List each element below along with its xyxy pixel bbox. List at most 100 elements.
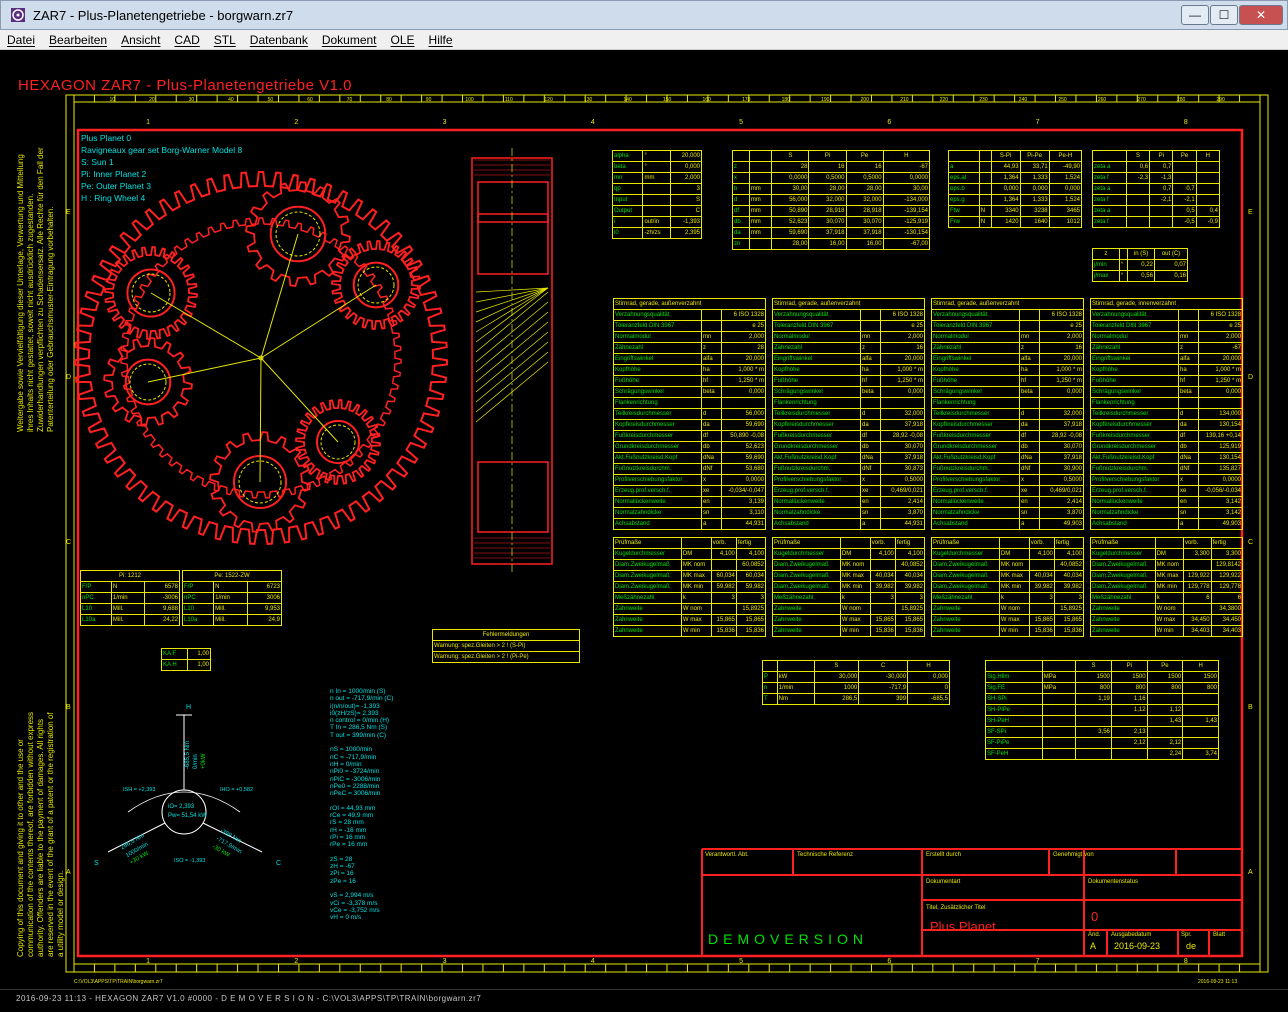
- table-cell: 0,16: [1153, 270, 1189, 282]
- menu-datenbank[interactable]: Datenbank: [243, 33, 315, 47]
- table-cell: 6723: [246, 581, 283, 593]
- table-cell: Diam.Zweikugelmaß: [613, 581, 682, 593]
- table-cell: 16: [1039, 342, 1084, 354]
- table-header-cell: [776, 660, 815, 672]
- table-cell: 16,00: [808, 238, 847, 250]
- table-row: Normallückenweite en 2,414: [772, 496, 925, 508]
- menu-stl[interactable]: STL: [207, 33, 243, 47]
- ruler-tick-label: 190: [821, 97, 830, 103]
- table-cell: 32,000: [880, 408, 925, 420]
- table-cell: MK min: [839, 581, 871, 593]
- minimize-button[interactable]: —: [1181, 5, 1209, 25]
- table-cell: 3: [1028, 592, 1055, 604]
- table-cell: 129,778: [1182, 581, 1212, 593]
- table-cell: Grundkreisdurchmesser: [1090, 441, 1179, 453]
- table-cell: MK nom: [998, 559, 1030, 571]
- tb-ausgabe-label: Ausgabedatum: [1111, 932, 1152, 938]
- table-cell: MK min: [680, 581, 712, 593]
- check-table: Prüfmaße vorb. fertig Kugeldurchmesser DM 4,1…: [772, 537, 926, 637]
- table-cell: sn: [701, 507, 722, 519]
- table-mesh: S-Pi Pi-Pe Pe-H a 44,93 33,71 -49,90 eps.al 1,36…: [948, 150, 1083, 228]
- maximize-button[interactable]: ☐: [1210, 5, 1238, 25]
- table-row: Verzahnungsqualität 6 ISO 1328: [772, 309, 925, 321]
- table-header-cell: in (S): [1127, 248, 1155, 260]
- table-row: Diam.Zweikugelmaß MK nom 129,8142: [1090, 559, 1244, 571]
- table-cell: dNf: [1178, 463, 1199, 475]
- table-cell: [1182, 737, 1219, 749]
- table-header-cell: [948, 150, 980, 162]
- menu-dokument[interactable]: Dokument: [315, 33, 384, 47]
- table-row: Toleranzfeld DIN 3967 e 25: [931, 320, 1084, 332]
- table-header-cell: [762, 660, 778, 672]
- table-cell: [701, 309, 722, 321]
- table-cell: 2,000: [721, 331, 766, 343]
- table-cell: Warnung: spez.Gleiten > 2 ! (Pi-Pe): [432, 651, 580, 663]
- table-cell: 3,74: [1182, 748, 1219, 760]
- table-cell: [642, 205, 672, 217]
- table-row: a 44,93 33,71 -49,90: [948, 161, 1083, 173]
- menu-ole[interactable]: OLE: [384, 33, 422, 47]
- table-row: zn 28,00 16,00 16,00 -67,00: [732, 238, 931, 250]
- table-cell: [1075, 715, 1112, 727]
- table-cell: k: [998, 592, 1030, 604]
- table-cell: [1039, 397, 1084, 409]
- menu-hilfe[interactable]: Hilfe: [422, 33, 460, 47]
- table-row: qp 3: [611, 183, 702, 195]
- table-row: Eingriffswinkel alfa 20,000: [931, 353, 1084, 365]
- speed-line: n In = 1000/min (S): [330, 688, 386, 695]
- drawing-canvas[interactable]: HEXAGON ZAR7 - Plus-Planetengetriebe V1.…: [8, 52, 1281, 987]
- table-cell: 40,0852: [894, 559, 926, 571]
- table-cell: i: [611, 216, 644, 228]
- table-cell: Achsabstand: [931, 518, 1020, 530]
- table-row: Profilverschiebungsfaktor x 0,0000: [1090, 474, 1243, 486]
- table-cell: 0,000: [1039, 386, 1084, 398]
- table-cell: 129,8142: [1210, 559, 1244, 571]
- table-power: S C H PkW 30,000 -30,000 0,000 n 1/min 1000 -717,9…: [762, 660, 950, 705]
- carrier-line: [260, 233, 299, 359]
- ruler-row-label: A: [1248, 869, 1253, 877]
- menu-bearbeiten[interactable]: Bearbeiten: [42, 33, 114, 47]
- table-row: Diam.Zweikugelmaß MK min 59,982 59,982: [613, 581, 767, 593]
- table-row: Kopfhöhe ha 1,000 * m: [1090, 364, 1243, 376]
- status-bar: 2016-09-23 11:13 - HEXAGON ZAR7 V1.0 #00…: [0, 989, 1288, 1012]
- table-row: d mm 56,000 32,000 32,000 -134,000: [732, 194, 931, 206]
- table-cell: -685,5: [907, 693, 950, 705]
- menu-ansicht[interactable]: Ansicht: [114, 33, 167, 47]
- ruler-tick-label: 210: [900, 97, 909, 103]
- table-cell: W min: [998, 625, 1030, 637]
- table-row: nPC 1/min 3006: [181, 592, 283, 604]
- table-cell: -2,1: [1149, 194, 1174, 206]
- table-cell: 28,92 -0,08: [880, 430, 925, 442]
- ruler-tick-label: 200: [860, 97, 869, 103]
- table-cell: Verzahnungsqualität: [613, 309, 702, 321]
- table-cell: MK min: [1154, 581, 1184, 593]
- table-cell: 130,154: [1198, 419, 1243, 431]
- speed-line: nS = 1000/min: [330, 746, 373, 754]
- table-cell: nPC: [181, 592, 215, 604]
- table-cell: Zahnweite: [613, 603, 682, 615]
- table-cell: 3,870: [880, 507, 925, 519]
- table-cell: z: [1019, 342, 1040, 354]
- table-cell: Zahnweite: [1090, 603, 1156, 615]
- table-cell: 30,00: [882, 183, 931, 195]
- ruler-col-label: 8: [1183, 958, 1188, 965]
- table-cell: MK min: [998, 581, 1030, 593]
- menu-datei[interactable]: Datei: [0, 33, 42, 47]
- close-button[interactable]: ✕: [1239, 5, 1283, 25]
- flow-h-power: +0kW: [201, 753, 207, 769]
- table-cell: x: [732, 172, 750, 184]
- table-header-cell: S: [771, 150, 810, 162]
- table-cell: 6 ISO 1328: [1198, 309, 1243, 321]
- table-cell: 0,000: [1198, 386, 1243, 398]
- check-table: Prüfmaße vorb. fertig Kugeldurchmesser DM 4,1…: [613, 537, 767, 637]
- table-cell: [1178, 397, 1199, 409]
- table-row: zeta f -2,1 -2,1: [1092, 194, 1221, 206]
- speed-line: i0(zH/zS)= 2,393: [330, 709, 379, 717]
- table-cell: Diam.Zweikugelmaß: [931, 559, 1000, 571]
- table-cell: beta: [1019, 386, 1040, 398]
- flow-center-ratio: iO= 2,393: [168, 804, 195, 810]
- table-cell: eps.g: [948, 194, 980, 206]
- table-header-cell: S: [1125, 150, 1151, 162]
- menu-cad[interactable]: CAD: [167, 33, 206, 47]
- table-cell: [880, 397, 925, 409]
